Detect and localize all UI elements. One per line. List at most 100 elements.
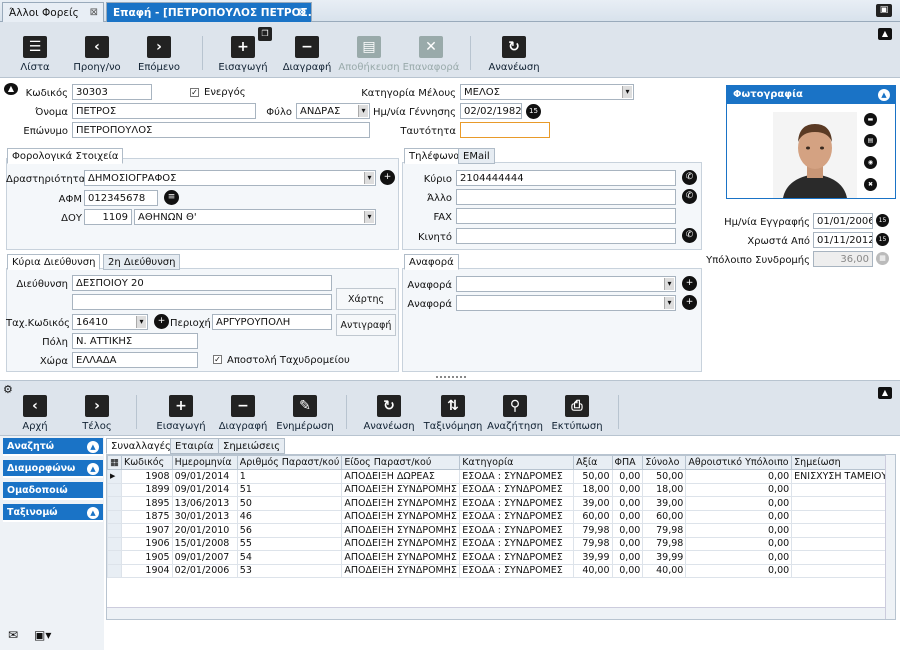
update-button[interactable]: ✎ Ενημέρωση: [270, 395, 340, 432]
table-cell[interactable]: 60,00: [642, 509, 687, 524]
table-cell[interactable]: ΑΠΟΔΕΙΞΗ ΣΥΝΔΡΟΜΗΣ: [341, 550, 461, 565]
column-header[interactable]: Αριθμός Παραστ/κού: [236, 455, 343, 470]
mail-checkbox[interactable]: ✓: [213, 355, 222, 364]
owed-from-field[interactable]: 01/11/2012: [813, 232, 873, 248]
table-cell[interactable]: ΑΠΟΔΕΙΞΗ ΣΥΝΔΡΟΜΗΣ: [341, 482, 461, 497]
table-cell[interactable]: 1: [236, 469, 343, 484]
database-icon[interactable]: ≡: [164, 190, 179, 205]
search-button[interactable]: ⚲ Αναζήτηση: [480, 395, 550, 432]
collapse-form-icon[interactable]: ▲: [4, 83, 18, 95]
table-cell[interactable]: 0,00: [611, 523, 644, 538]
tab-tax-info[interactable]: Φορολογικά Στοιχεία: [7, 148, 124, 164]
table-cell[interactable]: 09/01/2007: [171, 550, 238, 565]
add-reference-icon[interactable]: +: [682, 276, 697, 291]
table-cell[interactable]: 1905: [120, 550, 173, 565]
registration-date-field[interactable]: 01/01/2006: [813, 213, 873, 229]
table-cell[interactable]: ΕΣΟΔΑ : ΣΥΝΔΡΟΜΕΣ: [459, 523, 575, 538]
table-row[interactable]: 1895 13/06/2013 50 ΑΠΟΔΕΙΞΗ ΣΥΝΔΡΟΜΗΣ ΕΣΟΔΑ …: [107, 496, 895, 511]
delete-button[interactable]: − Διαγραφή: [272, 36, 342, 73]
table-cell[interactable]: 1906: [120, 536, 173, 551]
tab-contact[interactable]: Επαφή - [ΠΕΤΡΟΠΟΥΛΟΣ ΠΕΤΡΟΣ... ⊠: [106, 2, 312, 22]
chevron-up-icon[interactable]: ▲: [878, 387, 892, 399]
sort-button[interactable]: ⇅ Ταξινόμηση: [418, 395, 488, 432]
table-cell[interactable]: ΕΝΙΣΧΥΣΗ ΤΑΜΕΙΟΥ: [791, 469, 895, 484]
surname-field[interactable]: ΠΕΤΡΟΠΟΥΛΟΣ: [72, 122, 370, 138]
tab-email[interactable]: EMail: [458, 148, 495, 164]
tab-company[interactable]: Εταιρία: [170, 438, 219, 454]
table-cell[interactable]: [791, 550, 895, 565]
tab-main-address[interactable]: Κύρια Διεύθυνση: [7, 254, 101, 270]
table-cell[interactable]: 79,98: [573, 523, 613, 538]
column-header[interactable]: Ημερομηνία: [171, 455, 238, 470]
table-cell[interactable]: 46: [236, 509, 343, 524]
splitter-handle[interactable]: [436, 376, 466, 379]
phone-main-field[interactable]: 2104444444: [456, 170, 676, 186]
vertical-scrollbar[interactable]: [885, 455, 895, 619]
save-button[interactable]: ▤ Αποθήκευση: [334, 36, 404, 73]
add-reference-icon[interactable]: +: [682, 295, 697, 310]
table-cell[interactable]: 79,98: [573, 536, 613, 551]
last-button[interactable]: › Τέλος: [62, 395, 132, 432]
phone-icon[interactable]: ✆: [682, 189, 697, 204]
table-cell[interactable]: ΕΣΟΔΑ : ΣΥΝΔΡΟΜΕΣ: [459, 496, 575, 511]
area-field[interactable]: ΑΡΓΥΡΟΥΠΟΛΗ: [212, 314, 332, 330]
table-cell[interactable]: 55: [236, 536, 343, 551]
table-cell[interactable]: ΕΣΟΔΑ : ΣΥΝΔΡΟΜΕΣ: [459, 482, 575, 497]
photo-save-icon[interactable]: ▤: [864, 134, 877, 147]
table-cell[interactable]: 20/01/2010: [171, 523, 238, 538]
table-cell[interactable]: [791, 536, 895, 551]
sidebar-item-configure[interactable]: Διαμορφώνω ▲: [3, 460, 103, 478]
table-cell[interactable]: 1899: [120, 482, 173, 497]
phone-icon[interactable]: ✆: [682, 228, 697, 243]
tab-phones[interactable]: Τηλέφωνα: [404, 148, 465, 164]
table-cell[interactable]: 0,00: [685, 550, 793, 565]
table-row[interactable]: 1905 09/01/2007 54 ΑΠΟΔΕΙΞΗ ΣΥΝΔΡΟΜΗΣ ΕΣΟΔΑ …: [107, 550, 895, 565]
calendar-icon[interactable]: 15: [876, 214, 889, 227]
window-menu-icon[interactable]: ▣: [876, 4, 892, 17]
table-cell[interactable]: [791, 482, 895, 497]
reference1-select[interactable]: [456, 276, 676, 292]
table-cell[interactable]: 39,00: [573, 496, 613, 511]
street2-field[interactable]: [72, 294, 332, 310]
table-cell[interactable]: 50: [236, 496, 343, 511]
table-row[interactable]: 1906 15/01/2008 55 ΑΠΟΔΕΙΞΗ ΣΥΝΔΡΟΜΗΣ ΕΣΟΔΑ …: [107, 536, 895, 551]
id-card-field[interactable]: [460, 122, 550, 138]
table-row[interactable]: 1875 30/01/2013 46 ΑΠΟΔΕΙΞΗ ΣΥΝΔΡΟΜΗΣ ΕΣΟΔΑ …: [107, 509, 895, 524]
doy-code-field[interactable]: 1109: [84, 209, 132, 225]
table-cell[interactable]: ΕΣΟΔΑ : ΣΥΝΔΡΟΜΕΣ: [459, 469, 575, 484]
add-zip-icon[interactable]: +: [154, 314, 169, 329]
column-header[interactable]: ΦΠΑ: [611, 455, 644, 470]
table-cell[interactable]: 15/01/2008: [171, 536, 238, 551]
table-cell[interactable]: ΑΠΟΔΕΙΞΗ ΣΥΝΔΡΟΜΗΣ: [341, 509, 461, 524]
close-icon[interactable]: ⊠: [90, 7, 98, 18]
table-cell[interactable]: 60,00: [573, 509, 613, 524]
calendar-icon[interactable]: 15: [876, 233, 889, 246]
table-cell[interactable]: 0,00: [611, 496, 644, 511]
copy-button[interactable]: Αντιγραφή: [336, 314, 396, 336]
table-cell[interactable]: 0,00: [685, 509, 793, 524]
refresh-button[interactable]: ↻ Ανανέωση: [479, 36, 549, 73]
column-header[interactable]: Αξία: [573, 455, 613, 470]
table-cell[interactable]: 39,99: [573, 550, 613, 565]
table-cell[interactable]: ΕΣΟΔΑ : ΣΥΝΔΡΟΜΕΣ: [459, 536, 575, 551]
insert-button[interactable]: + Εισαγωγή: [208, 36, 278, 73]
table-cell[interactable]: [791, 509, 895, 524]
activity-select[interactable]: ΔΗΜΟΣΙΟΓΡΑΦΟΣ: [84, 170, 376, 186]
phone-icon[interactable]: ✆: [682, 170, 697, 185]
table-cell[interactable]: 30/01/2013: [171, 509, 238, 524]
table-cell[interactable]: 1904: [120, 563, 173, 578]
trash-icon[interactable]: ✖: [864, 178, 877, 191]
category-select[interactable]: ΜΕΛΟΣ: [460, 84, 634, 100]
horizontal-scrollbar[interactable]: [107, 607, 889, 619]
mobile-field[interactable]: [456, 228, 676, 244]
zip-select[interactable]: 16410: [72, 314, 148, 330]
table-cell[interactable]: 79,98: [642, 536, 687, 551]
table-cell[interactable]: 39,99: [642, 550, 687, 565]
column-header[interactable]: Κωδικός: [120, 455, 173, 470]
table-cell[interactable]: 51: [236, 482, 343, 497]
column-header[interactable]: Σημείωση: [791, 455, 895, 470]
table-cell[interactable]: 0,00: [611, 509, 644, 524]
add-activity-icon[interactable]: +: [380, 170, 395, 185]
table-cell[interactable]: ΕΣΟΔΑ : ΣΥΝΔΡΟΜΕΣ: [459, 509, 575, 524]
tab-transactions[interactable]: Συναλλαγές: [106, 438, 176, 454]
